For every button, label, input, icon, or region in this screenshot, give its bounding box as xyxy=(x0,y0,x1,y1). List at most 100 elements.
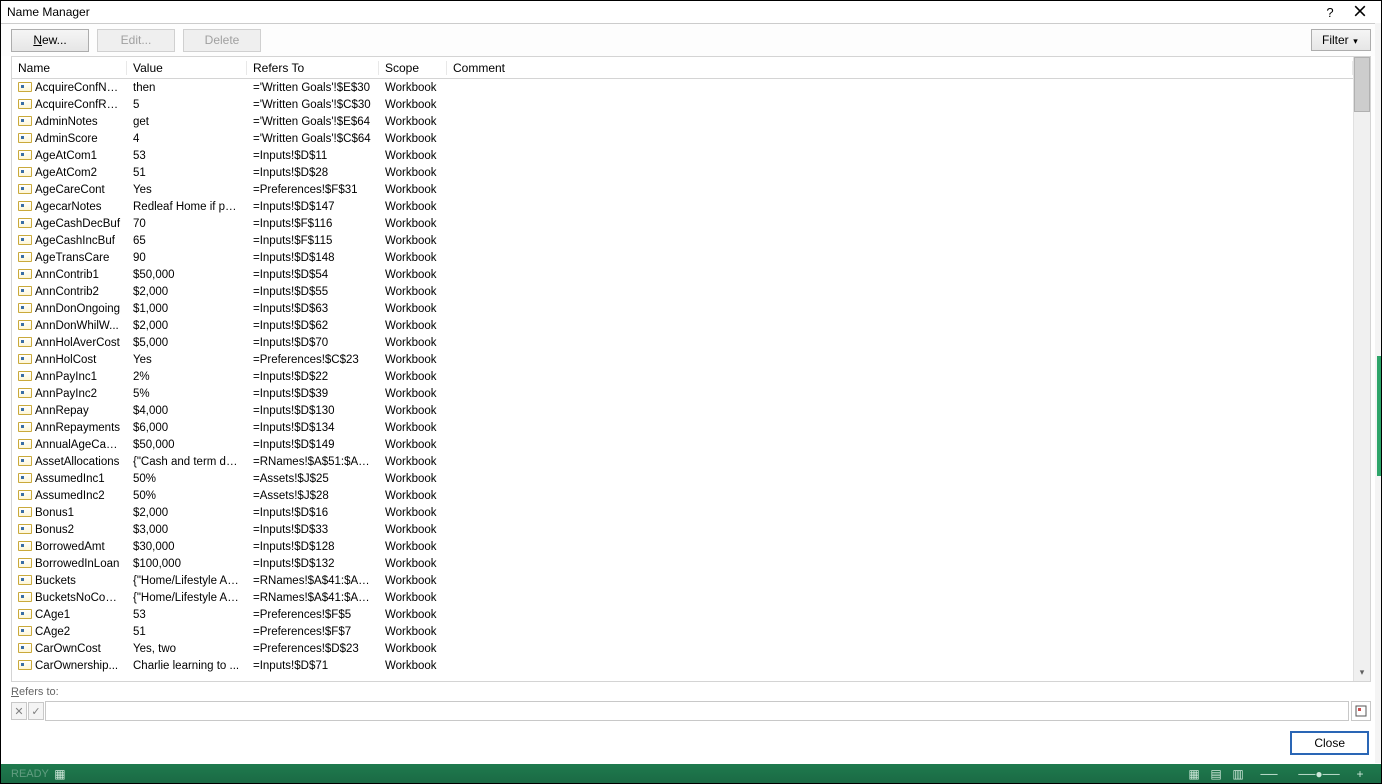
cell-value: $2,000 xyxy=(127,507,247,519)
grid-header: Name Value Refers To Scope Comment xyxy=(12,57,1353,79)
cell-name: AgeAtCom2 xyxy=(35,167,97,179)
name-icon xyxy=(18,405,32,415)
table-row[interactable]: AnnHolCostYes=Preferences!$C$23Workbook xyxy=(12,351,1353,368)
zoom-slider-icon[interactable]: ──●── xyxy=(1289,767,1349,781)
names-grid[interactable]: Name Value Refers To Scope Comment Acqui… xyxy=(12,57,1353,681)
cell-scope: Workbook xyxy=(379,337,447,349)
cell-name: AnnPayInc2 xyxy=(35,388,97,400)
name-icon xyxy=(18,269,32,279)
col-header-scope[interactable]: Scope xyxy=(379,61,447,75)
vertical-scrollbar[interactable]: ▾ xyxy=(1353,57,1370,681)
table-row[interactable]: AgeAtCom153=Inputs!$D$11Workbook xyxy=(12,147,1353,164)
scrollbar-down-arrow[interactable]: ▾ xyxy=(1354,664,1370,681)
table-row[interactable]: AnnPayInc12%=Inputs!$D$22Workbook xyxy=(12,368,1353,385)
cell-scope: Workbook xyxy=(379,473,447,485)
cell-refers: =RNames!$A$41:$A$43 xyxy=(247,592,379,604)
table-row[interactable]: AnnDonOngoing$1,000=Inputs!$D$63Workbook xyxy=(12,300,1353,317)
table-row[interactable]: AssumedInc250%=Assets!$J$28Workbook xyxy=(12,487,1353,504)
cell-scope: Workbook xyxy=(379,320,447,332)
view-pagebreak-icon[interactable]: ▥ xyxy=(1227,767,1249,781)
col-header-name[interactable]: Name xyxy=(12,61,127,75)
refers-to-input[interactable] xyxy=(45,701,1349,721)
cell-scope: Workbook xyxy=(379,116,447,128)
table-row[interactable]: AgeCashIncBuf65=Inputs!$F$115Workbook xyxy=(12,232,1353,249)
cell-name: Bonus1 xyxy=(35,507,74,519)
table-row[interactable]: AgeCashDecBuf70=Inputs!$F$116Workbook xyxy=(12,215,1353,232)
scrollbar-thumb[interactable] xyxy=(1354,57,1370,112)
cell-name: AnnDonOngoing xyxy=(35,303,120,315)
table-row[interactable]: AcquireConfNotethen='Written Goals'!$E$3… xyxy=(12,79,1353,96)
cell-refers: =Preferences!$C$23 xyxy=(247,354,379,366)
table-row[interactable]: AgeAtCom251=Inputs!$D$28Workbook xyxy=(12,164,1353,181)
table-row[interactable]: AdminScore4='Written Goals'!$C$64Workboo… xyxy=(12,130,1353,147)
table-row[interactable]: BucketsNoConc...{"Home/Lifestyle As...=R… xyxy=(12,589,1353,606)
col-header-value[interactable]: Value xyxy=(127,61,247,75)
cell-name: AcquireConfNote xyxy=(35,82,123,94)
view-pagelayout-icon[interactable]: ▤ xyxy=(1205,767,1227,781)
table-row[interactable]: BorrowedAmt$30,000=Inputs!$D$128Workbook xyxy=(12,538,1353,555)
name-manager-window: Name Manager ? New... Edit... Delete Fil… xyxy=(0,0,1382,784)
cell-name: AnnualAgeCare... xyxy=(35,439,126,451)
cell-value: {"Cash and term de... xyxy=(127,456,247,468)
table-row[interactable]: AnnContrib2$2,000=Inputs!$D$55Workbook xyxy=(12,283,1353,300)
cell-scope: Workbook xyxy=(379,388,447,400)
name-icon xyxy=(18,660,32,670)
table-row[interactable]: AnnPayInc25%=Inputs!$D$39Workbook xyxy=(12,385,1353,402)
new-button[interactable]: New... xyxy=(11,29,89,52)
table-row[interactable]: AgecarNotesRedleaf Home if po...=Inputs!… xyxy=(12,198,1353,215)
table-row[interactable]: AnnRepay$4,000=Inputs!$D$130Workbook xyxy=(12,402,1353,419)
close-window-button[interactable] xyxy=(1345,5,1375,20)
accept-edit-button: ✓ xyxy=(28,702,44,720)
table-row[interactable]: Bonus2$3,000=Inputs!$D$33Workbook xyxy=(12,521,1353,538)
cell-refers: =Inputs!$D$130 xyxy=(247,405,379,417)
macro-icon[interactable]: ▦ xyxy=(49,767,71,781)
cell-refers: =RNames!$A$41:$A$44 xyxy=(247,575,379,587)
table-row[interactable]: BorrowedInLoan$100,000=Inputs!$D$132Work… xyxy=(12,555,1353,572)
view-normal-icon[interactable]: ▦ xyxy=(1183,767,1205,781)
table-row[interactable]: Buckets{"Home/Lifestyle As...=RNames!$A$… xyxy=(12,572,1353,589)
cell-value: 53 xyxy=(127,150,247,162)
filter-button[interactable]: Filter ▾ xyxy=(1311,29,1371,51)
table-row[interactable]: CAge251=Preferences!$F$7Workbook xyxy=(12,623,1353,640)
table-row[interactable]: CAge153=Preferences!$F$5Workbook xyxy=(12,606,1353,623)
name-icon xyxy=(18,388,32,398)
range-picker-button[interactable] xyxy=(1351,701,1371,721)
cell-refers: =Inputs!$D$70 xyxy=(247,337,379,349)
cell-refers: =Preferences!$F$31 xyxy=(247,184,379,196)
cell-refers: =Inputs!$D$148 xyxy=(247,252,379,264)
table-row[interactable]: CarOwnership...Charlie learning to ...=I… xyxy=(12,657,1353,674)
table-row[interactable]: AssumedInc150%=Assets!$J$25Workbook xyxy=(12,470,1353,487)
table-row[interactable]: AgeTransCare90=Inputs!$D$148Workbook xyxy=(12,249,1353,266)
table-row[interactable]: AdminNotesget='Written Goals'!$E$64Workb… xyxy=(12,113,1353,130)
table-row[interactable]: CarOwnCostYes, two=Preferences!$D$23Work… xyxy=(12,640,1353,657)
table-row[interactable]: AnnualAgeCare...$50,000=Inputs!$D$149Wor… xyxy=(12,436,1353,453)
table-row[interactable]: AnnHolAverCost$5,000=Inputs!$D$70Workboo… xyxy=(12,334,1353,351)
name-icon xyxy=(18,201,32,211)
table-row[interactable]: AnnRepayments$6,000=Inputs!$D$134Workboo… xyxy=(12,419,1353,436)
cell-name: CarOwnCost xyxy=(35,643,101,655)
table-row[interactable]: Bonus1$2,000=Inputs!$D$16Workbook xyxy=(12,504,1353,521)
table-row[interactable]: AgeCareContYes=Preferences!$F$31Workbook xyxy=(12,181,1353,198)
col-header-comment[interactable]: Comment xyxy=(447,61,1353,75)
table-row[interactable]: AnnContrib1$50,000=Inputs!$D$54Workbook xyxy=(12,266,1353,283)
zoom-out-icon[interactable]: ── xyxy=(1249,767,1289,781)
name-icon xyxy=(18,286,32,296)
cell-value: 5 xyxy=(127,99,247,111)
table-row[interactable]: AssetAllocations{"Cash and term de...=RN… xyxy=(12,453,1353,470)
close-button[interactable]: Close xyxy=(1290,731,1369,755)
table-row[interactable]: AnnDonWhilW...$2,000=Inputs!$D$62Workboo… xyxy=(12,317,1353,334)
zoom-in-icon[interactable]: + xyxy=(1349,767,1371,781)
cell-scope: Workbook xyxy=(379,626,447,638)
cell-value: 4 xyxy=(127,133,247,145)
cell-refers: ='Written Goals'!$E$64 xyxy=(247,116,379,128)
cell-refers: =Inputs!$F$115 xyxy=(247,235,379,247)
table-row[interactable]: AcquireConfRank5='Written Goals'!$C$30Wo… xyxy=(12,96,1353,113)
cell-name: AnnContrib1 xyxy=(35,269,99,281)
name-icon xyxy=(18,473,32,483)
toolbar: New... Edit... Delete Filter ▾ xyxy=(1,24,1381,56)
dialog-footer: Close xyxy=(1,722,1381,764)
help-button[interactable]: ? xyxy=(1315,5,1345,20)
cell-value: Yes xyxy=(127,184,247,196)
col-header-refers[interactable]: Refers To xyxy=(247,61,379,75)
cell-name: Bonus2 xyxy=(35,524,74,536)
